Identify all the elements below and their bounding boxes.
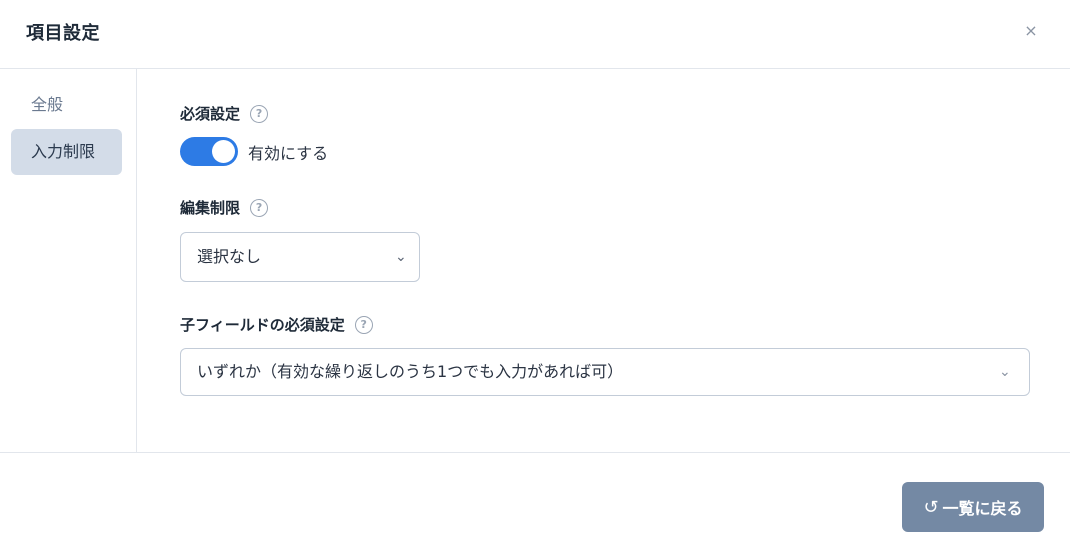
edit-restriction-header: 編集制限 ? xyxy=(180,197,269,218)
chevron-down-icon: ⌄ xyxy=(395,249,407,265)
required-toggle[interactable] xyxy=(180,137,238,166)
sidebar-item-general[interactable]: 全般 xyxy=(11,82,122,128)
required-setting-header: 必須設定 ? xyxy=(180,103,269,124)
child-required-label: 子フィールドの必須設定 xyxy=(180,316,345,334)
dialog-title: 項目設定 xyxy=(26,23,100,44)
help-icon[interactable]: ? xyxy=(250,104,269,123)
edit-restriction-label: 編集制限 xyxy=(180,199,241,217)
sidebar: 全般 入力制限 xyxy=(0,69,137,452)
edit-restriction-value: 選択なし xyxy=(197,247,262,266)
required-toggle-row: 有効にする xyxy=(180,137,328,166)
help-icon[interactable]: ? xyxy=(250,198,269,217)
undo-icon: ↺ xyxy=(923,496,939,518)
dialog-footer: ↺ 一覧に戻る xyxy=(0,452,1070,553)
close-icon[interactable]: × xyxy=(1020,20,1042,42)
settings-panel: 必須設定 ? 有効にする 編集制限 ? 選択なし ⌄ 子フィールドの必須設定 ?… xyxy=(137,69,1070,452)
dialog-header: 項目設定 × xyxy=(0,0,1070,69)
back-to-list-label: 一覧に戻る xyxy=(942,499,1023,518)
sidebar-item-input-restriction[interactable]: 入力制限 xyxy=(11,129,122,175)
child-required-value: いずれか（有効な繰り返しのうち1つでも入力があれば可） xyxy=(197,362,624,381)
toggle-knob xyxy=(212,140,235,163)
chevron-down-icon: ⌄ xyxy=(999,364,1011,380)
help-icon[interactable]: ? xyxy=(354,315,373,334)
required-setting-label: 必須設定 xyxy=(180,105,241,123)
required-toggle-label: 有効にする xyxy=(248,143,329,163)
child-required-header: 子フィールドの必須設定 ? xyxy=(180,314,373,335)
back-to-list-button[interactable]: ↺ 一覧に戻る xyxy=(902,482,1044,532)
edit-restriction-select[interactable]: 選択なし ⌄ xyxy=(180,232,420,282)
child-required-select[interactable]: いずれか（有効な繰り返しのうち1つでも入力があれば可） ⌄ xyxy=(180,348,1030,396)
